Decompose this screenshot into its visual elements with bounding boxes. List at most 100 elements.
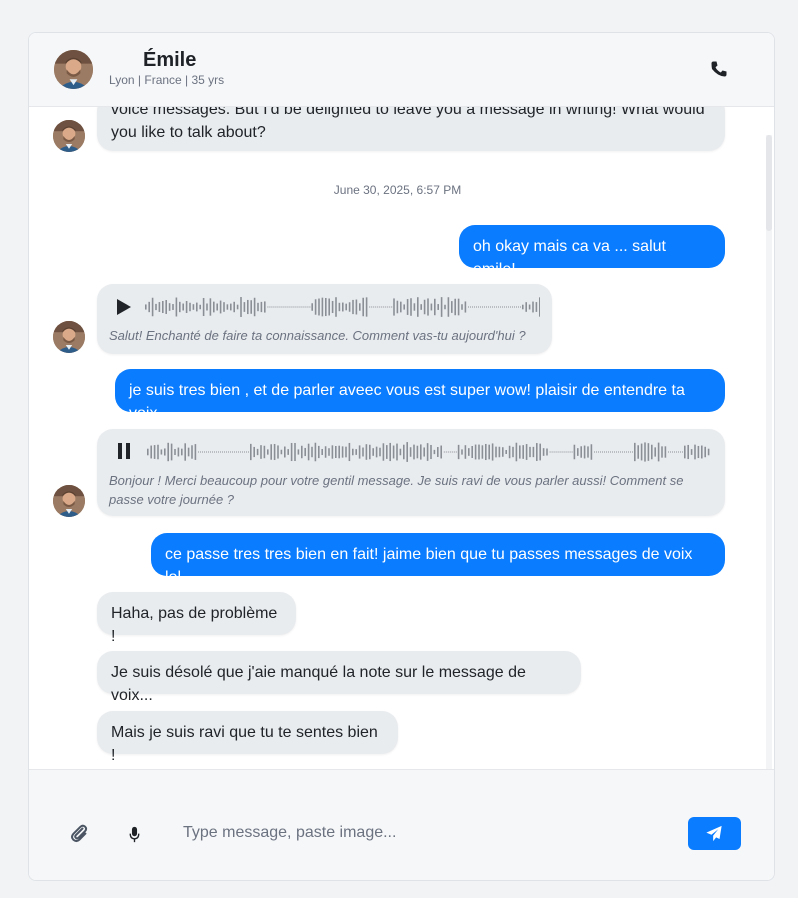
paperclip-icon[interactable]: [69, 823, 89, 843]
waveform-bar: [427, 298, 429, 316]
contact-avatar[interactable]: [54, 50, 93, 89]
waveform-bar: [279, 306, 281, 308]
waveform-bar: [409, 447, 412, 457]
waveform-bar: [471, 446, 473, 458]
waveform-bar: [434, 298, 436, 316]
waveform-bar: [359, 303, 361, 311]
waveform-bar: [170, 443, 173, 461]
waveform-bar: [219, 300, 222, 314]
waveform-bar: [182, 303, 184, 311]
waveform-bar: [542, 448, 545, 456]
waveform-bar: [295, 306, 297, 308]
waveform-bar: [240, 297, 242, 317]
message-list[interactable]: voice messages. But I'd be delighted to …: [29, 107, 774, 769]
waveform-bar: [630, 451, 631, 453]
waveform-bar: [468, 306, 469, 308]
waveform-bar: [240, 451, 241, 453]
waveform-bar: [396, 443, 398, 461]
waveform-bar: [365, 297, 368, 317]
waveform-bar: [301, 445, 303, 459]
waveform-bar: [285, 306, 287, 308]
waveform-bar: [345, 303, 347, 311]
waveform-bar: [549, 451, 551, 453]
pause-icon[interactable]: [117, 443, 131, 459]
waveform-bar: [610, 451, 611, 453]
waveform-bar: [557, 451, 559, 453]
send-button[interactable]: [688, 817, 741, 850]
waveform-bar: [676, 451, 677, 453]
contact-name: Émile: [143, 49, 197, 71]
waveform-bar: [508, 445, 511, 459]
waveform-bar: [257, 302, 259, 312]
waveform-bar: [506, 306, 507, 308]
waveform-bar: [355, 299, 358, 315]
phone-icon[interactable]: [709, 59, 729, 79]
waveform-bar: [191, 445, 193, 459]
waveform-bar: [461, 449, 463, 455]
waveform-bar: [260, 445, 262, 459]
waveform-bar: [498, 446, 501, 458]
waveform-bar: [485, 443, 487, 461]
waveform-bar: [226, 451, 227, 453]
waveform-bar: [532, 446, 535, 458]
waveform-bar: [389, 306, 391, 308]
waveform-bar: [455, 451, 457, 453]
waveform-bar: [338, 445, 340, 459]
incoming-message: voice messages. But I'd be delighted to …: [97, 107, 725, 151]
waveform-bar: [594, 451, 595, 453]
waveform-bar: [502, 306, 503, 308]
waveform-bar: [604, 451, 605, 453]
waveform-bar: [328, 298, 330, 316]
voice-waveform[interactable]: [147, 441, 710, 463]
waveform-bar: [263, 445, 266, 459]
waveform-bar: [457, 298, 460, 316]
waveform-bar: [236, 304, 239, 310]
waveform-bar: [406, 299, 409, 315]
waveform-bar: [480, 306, 481, 308]
waveform-bar: [199, 304, 201, 310]
waveform-bar: [287, 306, 289, 308]
waveform-bar: [224, 451, 225, 453]
waveform-bar: [520, 306, 521, 308]
waveform-bar: [338, 302, 341, 312]
waveform-bar: [369, 306, 371, 308]
waveform-bar: [342, 302, 344, 312]
incoming-message: Mais je suis ravi que tu te sentes bien …: [97, 711, 398, 764]
waveform-bar: [381, 306, 383, 308]
waveform-bar: [632, 451, 633, 453]
waveform-bar: [410, 298, 412, 316]
voice-waveform[interactable]: [145, 296, 540, 318]
waveform-bar: [233, 301, 235, 313]
waveform-bar: [153, 445, 156, 459]
waveform-bar: [555, 451, 557, 453]
waveform-bar: [280, 449, 283, 455]
waveform-bar: [256, 448, 259, 456]
waveform-bar: [583, 445, 586, 459]
waveform-bar: [490, 306, 491, 308]
waveform-bar: [165, 300, 167, 314]
waveform-bar: [488, 444, 490, 460]
waveform-bar: [202, 297, 205, 317]
waveform-bar: [515, 442, 518, 462]
waveform-bar: [580, 446, 582, 458]
waveform-bar: [287, 449, 289, 455]
waveform-bar: [325, 297, 327, 317]
microphone-icon[interactable]: [128, 826, 141, 843]
voice-transcript: Bonjour ! Merci beaucoup pour votre gent…: [109, 473, 684, 507]
send-icon: [706, 825, 722, 842]
waveform-bar: [634, 442, 636, 462]
waveform-bar: [303, 306, 305, 308]
waveform-bar: [559, 451, 561, 453]
waveform-bar: [474, 306, 475, 308]
waveform-bar: [707, 448, 710, 456]
waveform-bar: [423, 447, 425, 457]
waveform-bar: [701, 445, 703, 459]
scrollbar-thumb[interactable]: [766, 135, 772, 231]
waveform-bar: [491, 443, 494, 461]
play-icon[interactable]: [116, 298, 132, 316]
waveform-bar: [321, 448, 323, 456]
waveform-bar: [177, 447, 180, 457]
waveform-bar: [445, 451, 447, 453]
waveform-bar: [309, 306, 311, 308]
message-input[interactable]: [183, 822, 663, 844]
